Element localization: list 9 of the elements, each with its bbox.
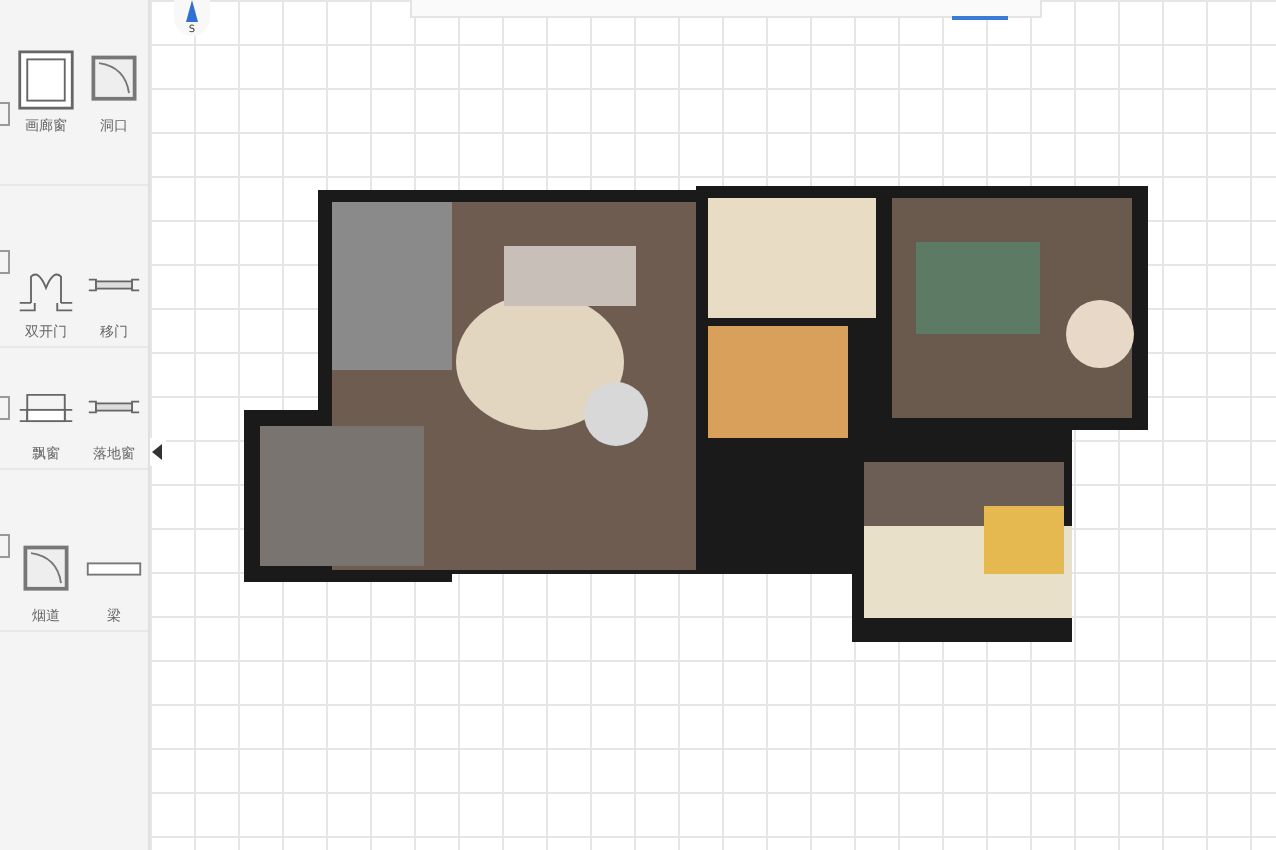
window-frame-icon	[16, 48, 76, 112]
sliding-icon	[84, 276, 144, 294]
sliding-icon	[84, 398, 144, 416]
palette-item-edge	[0, 534, 10, 558]
palette-item-edge	[0, 102, 10, 127]
palette-item-edge	[0, 250, 10, 274]
beam-icon	[84, 560, 144, 578]
compass-icon	[180, 0, 204, 24]
palette-item-edge	[0, 396, 10, 420]
